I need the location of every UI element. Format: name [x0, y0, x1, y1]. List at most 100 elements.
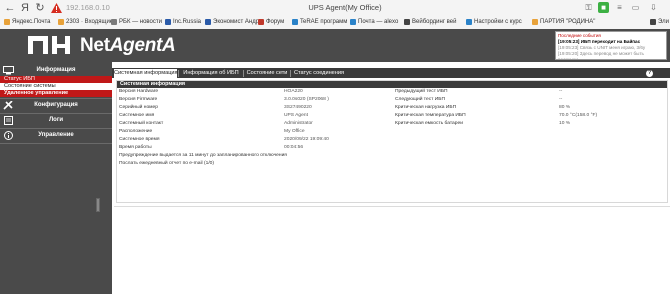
- back-icon[interactable]: ←: [4, 2, 16, 14]
- info-value: 3.0.0s020 (SP2068 ): [284, 97, 329, 102]
- bookmark-favicon-icon: [650, 19, 656, 25]
- info-value: UPS Agent: [284, 113, 308, 118]
- bookmark-favicon-icon: [404, 19, 410, 25]
- sidebar-divider: [0, 128, 112, 129]
- bookmark-favicon-icon: [532, 19, 538, 25]
- security-warning-icon[interactable]: [51, 3, 62, 13]
- info-value: 70.0 °C(158.0 °F): [559, 113, 598, 118]
- info-label: Критическая температура ИБП: [395, 113, 466, 118]
- info-value: HOA220: [284, 89, 303, 94]
- info-value: --: [559, 89, 563, 94]
- bookmark-item[interactable]: ПАРТИЯ "РОДИНА": [532, 19, 595, 25]
- recent-events-panel[interactable]: Последние события [19:05:23] ИБП переход…: [555, 31, 667, 60]
- logo-prefix: Net: [80, 35, 110, 56]
- bookmark-favicon-icon: [350, 19, 356, 25]
- bookmark-item[interactable]: Экономист Андр: [205, 19, 259, 25]
- bookmark-item[interactable]: Вейбординг вей: [404, 19, 457, 25]
- sidebar-item-remote-control[interactable]: Удаленное управление: [0, 90, 112, 97]
- sidebar-resize-handle[interactable]: [96, 198, 100, 212]
- info-value: --: [559, 97, 563, 102]
- info-value: 10 %: [559, 121, 571, 126]
- app-header: NetAgentA Последние события [19:05:23] И…: [0, 29, 670, 62]
- bookmark-favicon-icon: [466, 19, 472, 25]
- info-label: Критическая нагрузка ИБП: [395, 105, 457, 110]
- minimize-icon[interactable]: ▭: [630, 2, 641, 13]
- sidebar-divider: [0, 113, 112, 114]
- sidebar-divider: [0, 98, 112, 99]
- content-divider: [114, 206, 670, 207]
- help-icon[interactable]: ?: [646, 70, 653, 77]
- reload-icon[interactable]: ↻: [34, 2, 46, 14]
- info-label: Расположение: [119, 129, 153, 134]
- browser-nav-row: ← Я ↻ 192.168.0.10 UPS Agent(My Office) …: [0, 0, 670, 17]
- bookmarks-bar: Яндекс.Почта 2303 · Входящие РБК — новос…: [0, 17, 670, 29]
- sidebar-section-label: Логи: [48, 117, 64, 123]
- sidebar-item-ups-status[interactable]: Статус ИБП: [0, 76, 112, 83]
- sidebar: Информация Статус ИБП Состояние системы …: [0, 62, 112, 294]
- netagent-logo-icon: [28, 34, 72, 56]
- info-label: Критическая емкость батареи: [395, 121, 463, 126]
- sidebar-divider: [0, 143, 112, 144]
- bookmark-favicon-icon: [292, 19, 298, 25]
- system-info-panel: Системная информация Версия Hardware HOA…: [116, 80, 668, 203]
- info-value: My Office: [284, 129, 305, 134]
- bookmark-item[interactable]: Яндекс.Почта: [4, 19, 51, 25]
- extension-icon[interactable]: ■: [598, 2, 609, 13]
- tab-network-status[interactable]: Состояние сети: [245, 69, 289, 78]
- bookmark-item[interactable]: Inc.Russia: [165, 19, 201, 25]
- window-title: UPS Agent(My Office): [308, 3, 382, 12]
- sidebar-item-system-status[interactable]: Состояние системы: [0, 83, 112, 90]
- logo-suffix: AgentA: [109, 35, 176, 56]
- bookmark-favicon-icon: [258, 19, 264, 25]
- yandex-icon[interactable]: Я: [19, 2, 31, 14]
- tab-divider: [290, 70, 291, 77]
- info-label: Системное имя: [119, 113, 155, 118]
- sidebar-section-control[interactable]: Управление: [0, 130, 112, 142]
- panel-title: Системная информация: [117, 81, 667, 88]
- info-value: 00:04:56: [284, 145, 304, 150]
- bookmark-item[interactable]: РБК — новости: [111, 19, 162, 25]
- browser-chrome: ← Я ↻ 192.168.0.10 UPS Agent(My Office) …: [0, 0, 670, 30]
- bookmark-item[interactable]: Настройки с курс: [466, 19, 522, 25]
- daily-report-note: Послать ежедневный отчет по e-mail (1/0): [119, 161, 215, 166]
- tab-ups-info[interactable]: Информация об ИБП: [180, 69, 242, 78]
- bookmark-item[interactable]: Эли: [650, 19, 669, 25]
- info-value: Administrator: [284, 121, 313, 126]
- menu-icon[interactable]: ≡: [614, 2, 625, 13]
- info-label: Время работы: [119, 145, 152, 150]
- info-label: Следующий тест ИБП: [395, 97, 445, 102]
- bookmark-item[interactable]: Почта — alexo: [350, 19, 398, 25]
- info-label: Системное время: [119, 137, 160, 142]
- sidebar-section-config[interactable]: Конфигурация: [0, 100, 112, 112]
- tab-divider: [178, 70, 179, 77]
- sidebar-section-label: Конфигурация: [34, 102, 78, 108]
- bookmark-favicon-icon: [4, 19, 10, 25]
- bookmark-item[interactable]: 2303 · Входящие: [58, 19, 113, 25]
- bookmark-item[interactable]: TeRAE программ: [292, 19, 347, 25]
- event-line: [19:05:20] Здесь перевод не может быть р…: [558, 51, 644, 60]
- info-value: 3S27490220: [284, 105, 312, 110]
- bookmark-favicon-icon: [165, 19, 171, 25]
- key-icon[interactable]: ⚿: [583, 2, 594, 13]
- info-label: Версия Firmware: [119, 97, 158, 102]
- info-value: 80 %: [559, 105, 571, 110]
- download-icon[interactable]: ⇩: [648, 2, 659, 13]
- info-label: Серийный номер: [119, 105, 158, 110]
- tab-bar: Системная информация Информация об ИБП С…: [112, 68, 670, 78]
- sidebar-section-logs[interactable]: Логи: [0, 115, 112, 127]
- bookmark-favicon-icon: [111, 19, 117, 25]
- info-value: 2020/09/22 19:09:40: [284, 137, 329, 142]
- sidebar-section-label: Информация: [36, 67, 76, 73]
- info-label: Версия Hardware: [119, 89, 159, 94]
- bookmark-favicon-icon: [205, 19, 211, 25]
- bookmark-item[interactable]: Форум: [258, 19, 284, 25]
- shutdown-warning-note: Предупреждение выдается за 11 минут до з…: [119, 153, 287, 158]
- tab-connection-status[interactable]: Статус соединения: [292, 69, 346, 78]
- sidebar-section-label: Управление: [38, 132, 74, 138]
- tab-system-info[interactable]: Системная информация: [114, 69, 178, 78]
- bookmark-favicon-icon: [58, 19, 64, 25]
- address-bar[interactable]: 192.168.0.10: [66, 3, 110, 12]
- app-logo-text: NetAgentA: [80, 35, 176, 57]
- sidebar-section-info[interactable]: Информация: [0, 65, 112, 75]
- info-label: Системный контакт: [119, 121, 164, 126]
